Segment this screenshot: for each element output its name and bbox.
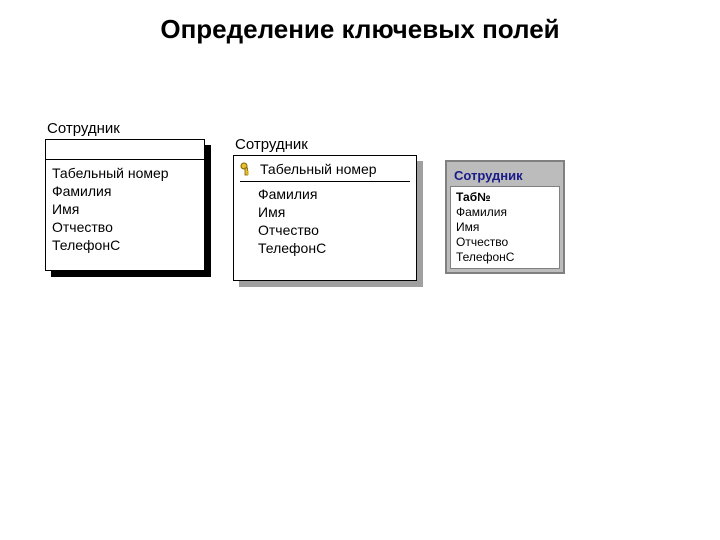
slide-title: Определение ключевых полей: [0, 14, 720, 45]
key-field-row: Табельный номер: [240, 160, 410, 182]
panel-2-field-list: Табельный номер Фамилия Имя Отчество Тел…: [234, 156, 416, 261]
panel-1-field-list: Табельный номер Фамилия Имя Отчество Тел…: [46, 160, 204, 258]
field-row: Табельный номер: [52, 164, 198, 182]
field-row: ТелефонС: [52, 236, 198, 254]
field-row: Имя: [456, 220, 554, 235]
field-row: Имя: [52, 200, 198, 218]
field-row: Отчество: [240, 221, 410, 239]
field-row: Фамилия: [456, 205, 554, 220]
panel-3-outer: Сотрудник Таб№ Фамилия Имя Отчество Теле…: [445, 160, 565, 274]
panel-1-selection-band: [46, 140, 204, 160]
panel-3-title: Сотрудник: [450, 165, 560, 186]
panel-1: Табельный номер Фамилия Имя Отчество Тел…: [45, 139, 205, 271]
primary-key-icon: [240, 162, 254, 176]
panel-1-caption: Сотрудник: [45, 120, 205, 137]
field-row: ТелефонС: [456, 250, 554, 265]
panel-2-wrap: Сотрудник Табельный номер: [233, 136, 417, 281]
panel-2-caption: Сотрудник: [233, 136, 417, 153]
panel-1-box: Табельный номер Фамилия Имя Отчество Тел…: [45, 139, 205, 271]
field-row: Фамилия: [52, 182, 198, 200]
field-row: Отчество: [456, 235, 554, 250]
field-row: Фамилия: [240, 185, 410, 203]
field-row: Отчество: [52, 218, 198, 236]
panel-3-field-list: Таб№ Фамилия Имя Отчество ТелефонС: [450, 186, 560, 269]
panel-1-wrap: Сотрудник Табельный номер Фамилия Имя От…: [45, 120, 205, 271]
field-row: Имя: [240, 203, 410, 221]
primary-key-label: Таб№: [456, 190, 554, 205]
panel-3-wrap: Сотрудник Таб№ Фамилия Имя Отчество Теле…: [445, 136, 565, 274]
stage: Сотрудник Табельный номер Фамилия Имя От…: [45, 120, 565, 281]
panel-3: Сотрудник Таб№ Фамилия Имя Отчество Теле…: [445, 160, 565, 274]
field-row: ТелефонС: [240, 239, 410, 257]
panel-2: Табельный номер Фамилия Имя Отчество Тел…: [233, 155, 417, 281]
panel-2-box: Табельный номер Фамилия Имя Отчество Тел…: [233, 155, 417, 281]
key-field-label: Табельный номер: [260, 160, 377, 178]
